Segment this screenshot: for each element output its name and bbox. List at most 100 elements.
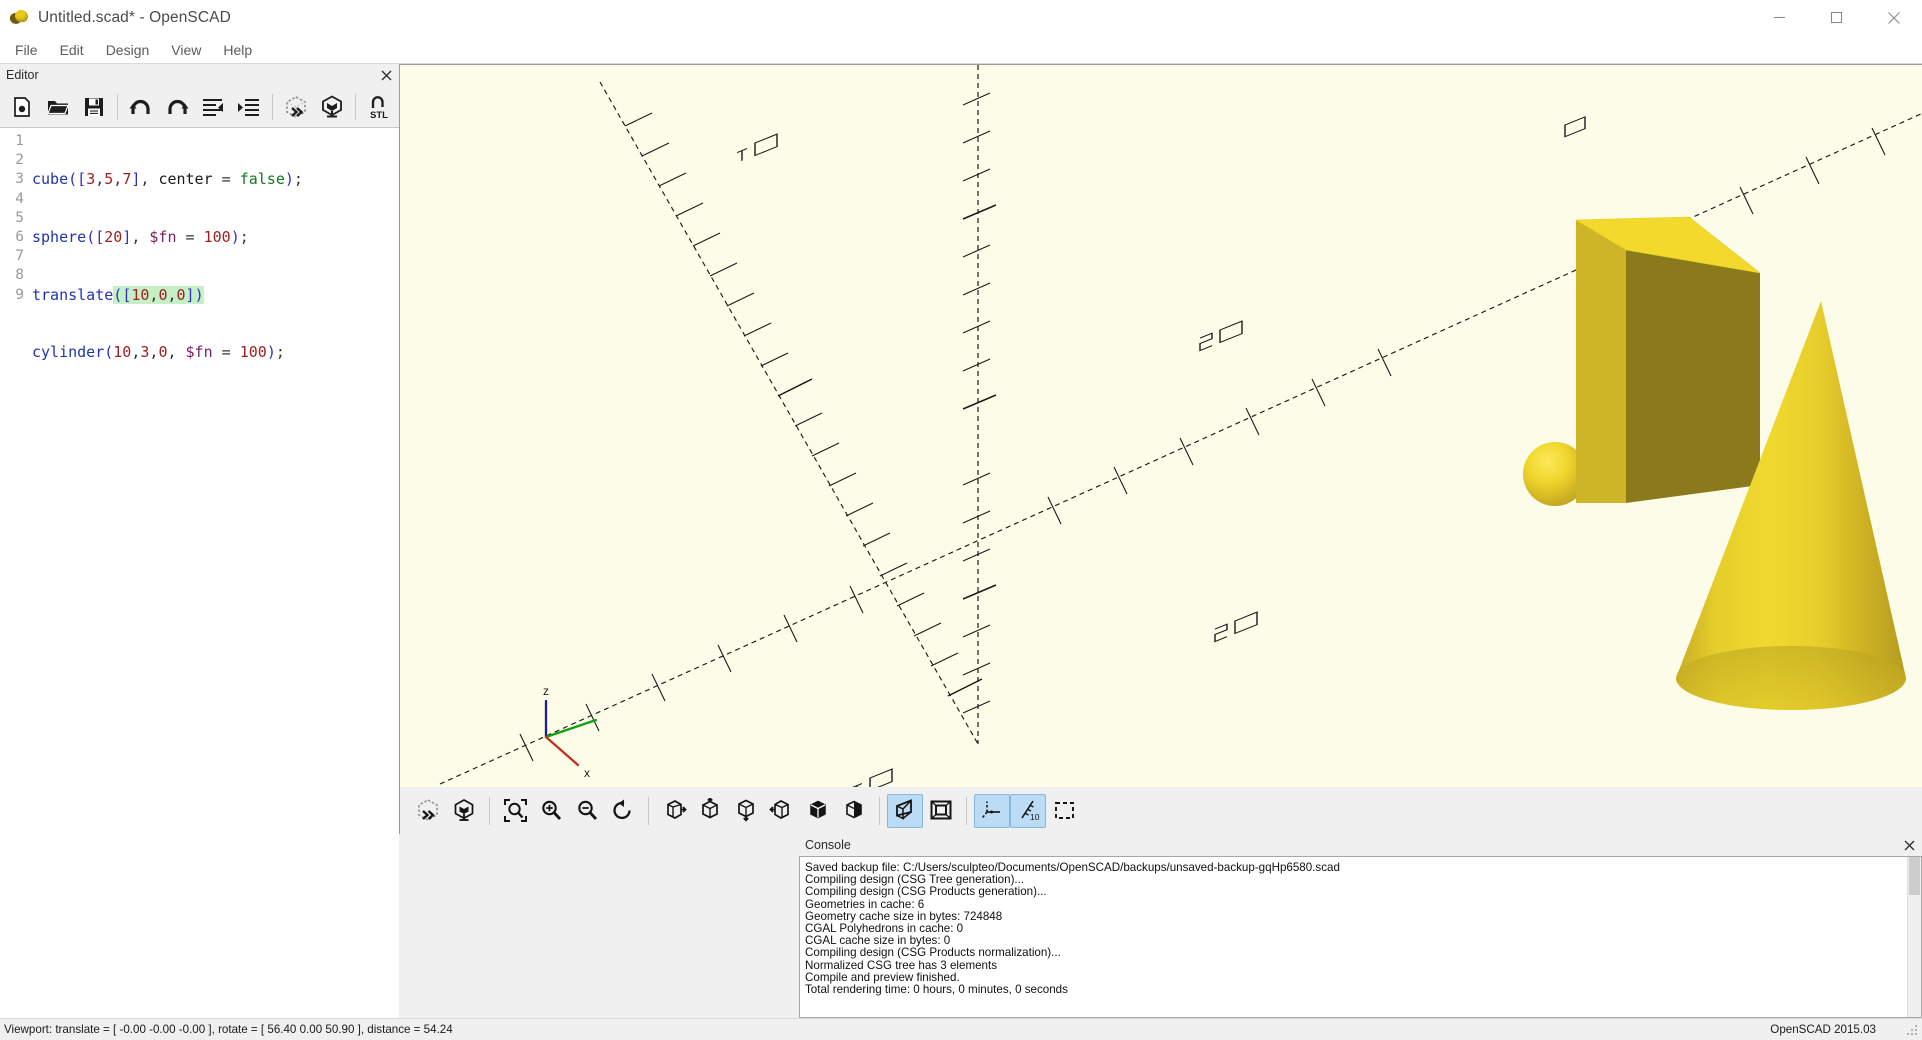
show-edges-button[interactable] [1046, 794, 1082, 828]
perspective-button[interactable] [887, 793, 923, 828]
axis-label-z: z [543, 684, 549, 698]
viewport-section: z x 10 [399, 64, 1922, 834]
console-scrollbar[interactable] [1907, 857, 1921, 1017]
zoom-out-button[interactable] [569, 794, 605, 828]
title-bar: Untitled.scad* - OpenSCAD [0, 0, 1922, 36]
view-front-button[interactable] [800, 794, 836, 828]
zoom-in-button[interactable] [533, 794, 569, 828]
line-number: 2 [15, 152, 24, 169]
unindent-button[interactable] [195, 89, 231, 125]
line-number: 3 [15, 171, 24, 188]
new-file-button[interactable] [4, 89, 40, 125]
console-line: Geometry cache size in bytes: 724848 [805, 909, 1003, 923]
view-top-button[interactable] [692, 794, 728, 828]
code-text[interactable]: cube([3,5,7], center = false); sphere([2… [24, 128, 399, 1018]
code-editor[interactable]: 1 2 3 4 5 6 7 8 9 cube([3,5,7], center =… [0, 128, 399, 1018]
menu-help[interactable]: Help [212, 39, 263, 61]
line-number: 1 [15, 133, 24, 149]
console-dock-title: Console [805, 838, 851, 852]
console-dock: Console Saved backup file: C:/Users/scul… [399, 834, 1922, 1018]
console-line: Geometries in cache: 6 [805, 897, 925, 911]
view-bottom-button[interactable] [728, 794, 764, 828]
toolbar-separator [355, 93, 356, 120]
line-number: 6 [15, 229, 24, 246]
code-line-4: cylinder(10,3,0, $fn = 100); [32, 343, 285, 362]
toolbar-separator [966, 796, 967, 825]
close-icon[interactable] [1865, 0, 1922, 36]
render-button[interactable] [314, 89, 350, 125]
preview-button[interactable] [410, 794, 446, 828]
viewport-canvas[interactable]: z x [400, 65, 1922, 787]
editor-dock-title: Editor [6, 68, 39, 82]
indent-button[interactable] [231, 89, 267, 125]
line-number: 5 [15, 209, 24, 226]
line-number: 7 [15, 248, 24, 265]
export-stl-button[interactable]: STL [361, 89, 397, 125]
window-title: Untitled.scad* - OpenSCAD [38, 8, 231, 26]
console-line: Total rendering time: 0 hours, 0 minutes… [805, 982, 1068, 996]
right-column: z x 10 Console Saved backup file: C:/Use… [399, 64, 1922, 1018]
viewport-toolbar: 10 [399, 787, 1922, 834]
save-file-button[interactable] [76, 89, 112, 125]
line-number: 4 [15, 190, 24, 207]
menu-bar: File Edit Design View Help [0, 36, 1922, 63]
axis-label-x: x [584, 766, 590, 780]
openscad-logo-icon [8, 8, 30, 28]
maximize-icon[interactable] [1808, 0, 1865, 36]
menu-file[interactable]: File [4, 39, 49, 61]
console-line: Compiling design (CSG Products generatio… [805, 885, 1047, 899]
view-right-button[interactable] [656, 794, 692, 828]
editor-toolbar: STL [0, 86, 399, 128]
line-number: 9 [15, 286, 24, 303]
status-bar: Viewport: translate = [ -0.00 -0.00 -0.0… [0, 1018, 1922, 1040]
console-line: Compiling design (CSG Products normaliza… [805, 946, 1061, 960]
show-scale-markers-button[interactable]: 10 [1010, 793, 1046, 828]
view-back-button[interactable] [836, 794, 872, 828]
toolbar-separator [648, 796, 649, 825]
code-line-2: sphere([20], $fn = 100); [32, 228, 249, 246]
minimize-icon[interactable] [1751, 0, 1808, 36]
svg-text:STL: STL [370, 110, 388, 120]
viewport-status: Viewport: translate = [ -0.00 -0.00 -0.0… [4, 1023, 453, 1036]
svg-text:10: 10 [1030, 812, 1040, 822]
code-line-1: cube([3,5,7], center = false); [32, 170, 303, 189]
code-line-3: translate([10,0,0]) [32, 285, 204, 304]
render-button[interactable] [446, 794, 482, 828]
zoom-all-button[interactable] [497, 794, 533, 828]
preview-button[interactable] [278, 89, 314, 125]
line-number-gutter: 1 2 3 4 5 6 7 8 9 [0, 128, 24, 1018]
view-left-button[interactable] [764, 794, 800, 828]
show-axes-button[interactable] [974, 793, 1010, 828]
console-line: CGAL Polyhedrons in cache: 0 [805, 921, 964, 935]
open-file-button[interactable] [40, 89, 76, 125]
openscad-window: Untitled.scad* - OpenSCAD File Edit Desi… [0, 0, 1922, 1040]
console-output[interactable]: Saved backup file: C:/Users/sculpteo/Doc… [799, 856, 1922, 1018]
toolbar-separator [879, 796, 880, 825]
window-controls [1751, 0, 1922, 36]
orthogonal-button[interactable] [923, 794, 959, 828]
toolbar-separator [117, 93, 118, 120]
console-close-icon[interactable] [1900, 836, 1918, 854]
redo-button[interactable] [159, 89, 195, 125]
menu-design[interactable]: Design [95, 39, 161, 61]
undo-button[interactable] [123, 89, 159, 125]
3d-viewport[interactable]: z x [399, 64, 1922, 787]
editor-close-icon[interactable] [377, 66, 395, 84]
cube-object [1574, 216, 1761, 503]
reset-view-button[interactable] [605, 794, 641, 828]
toolbar-separator [489, 796, 490, 825]
resize-grip-icon[interactable] [1905, 1023, 1919, 1037]
menu-edit[interactable]: Edit [49, 39, 95, 61]
menu-view[interactable]: View [160, 39, 212, 61]
console-line: Normalized CSG tree has 3 elements [805, 958, 998, 972]
line-number: 8 [15, 267, 24, 284]
console-scrollbar-thumb[interactable] [1909, 857, 1920, 895]
toolbar-separator [272, 93, 273, 120]
editor-dock: Editor STL 1 2 3 4 5 6 7 8 9 cube([3,5,7… [0, 64, 399, 1018]
editor-dock-titlebar: Editor [0, 64, 399, 86]
